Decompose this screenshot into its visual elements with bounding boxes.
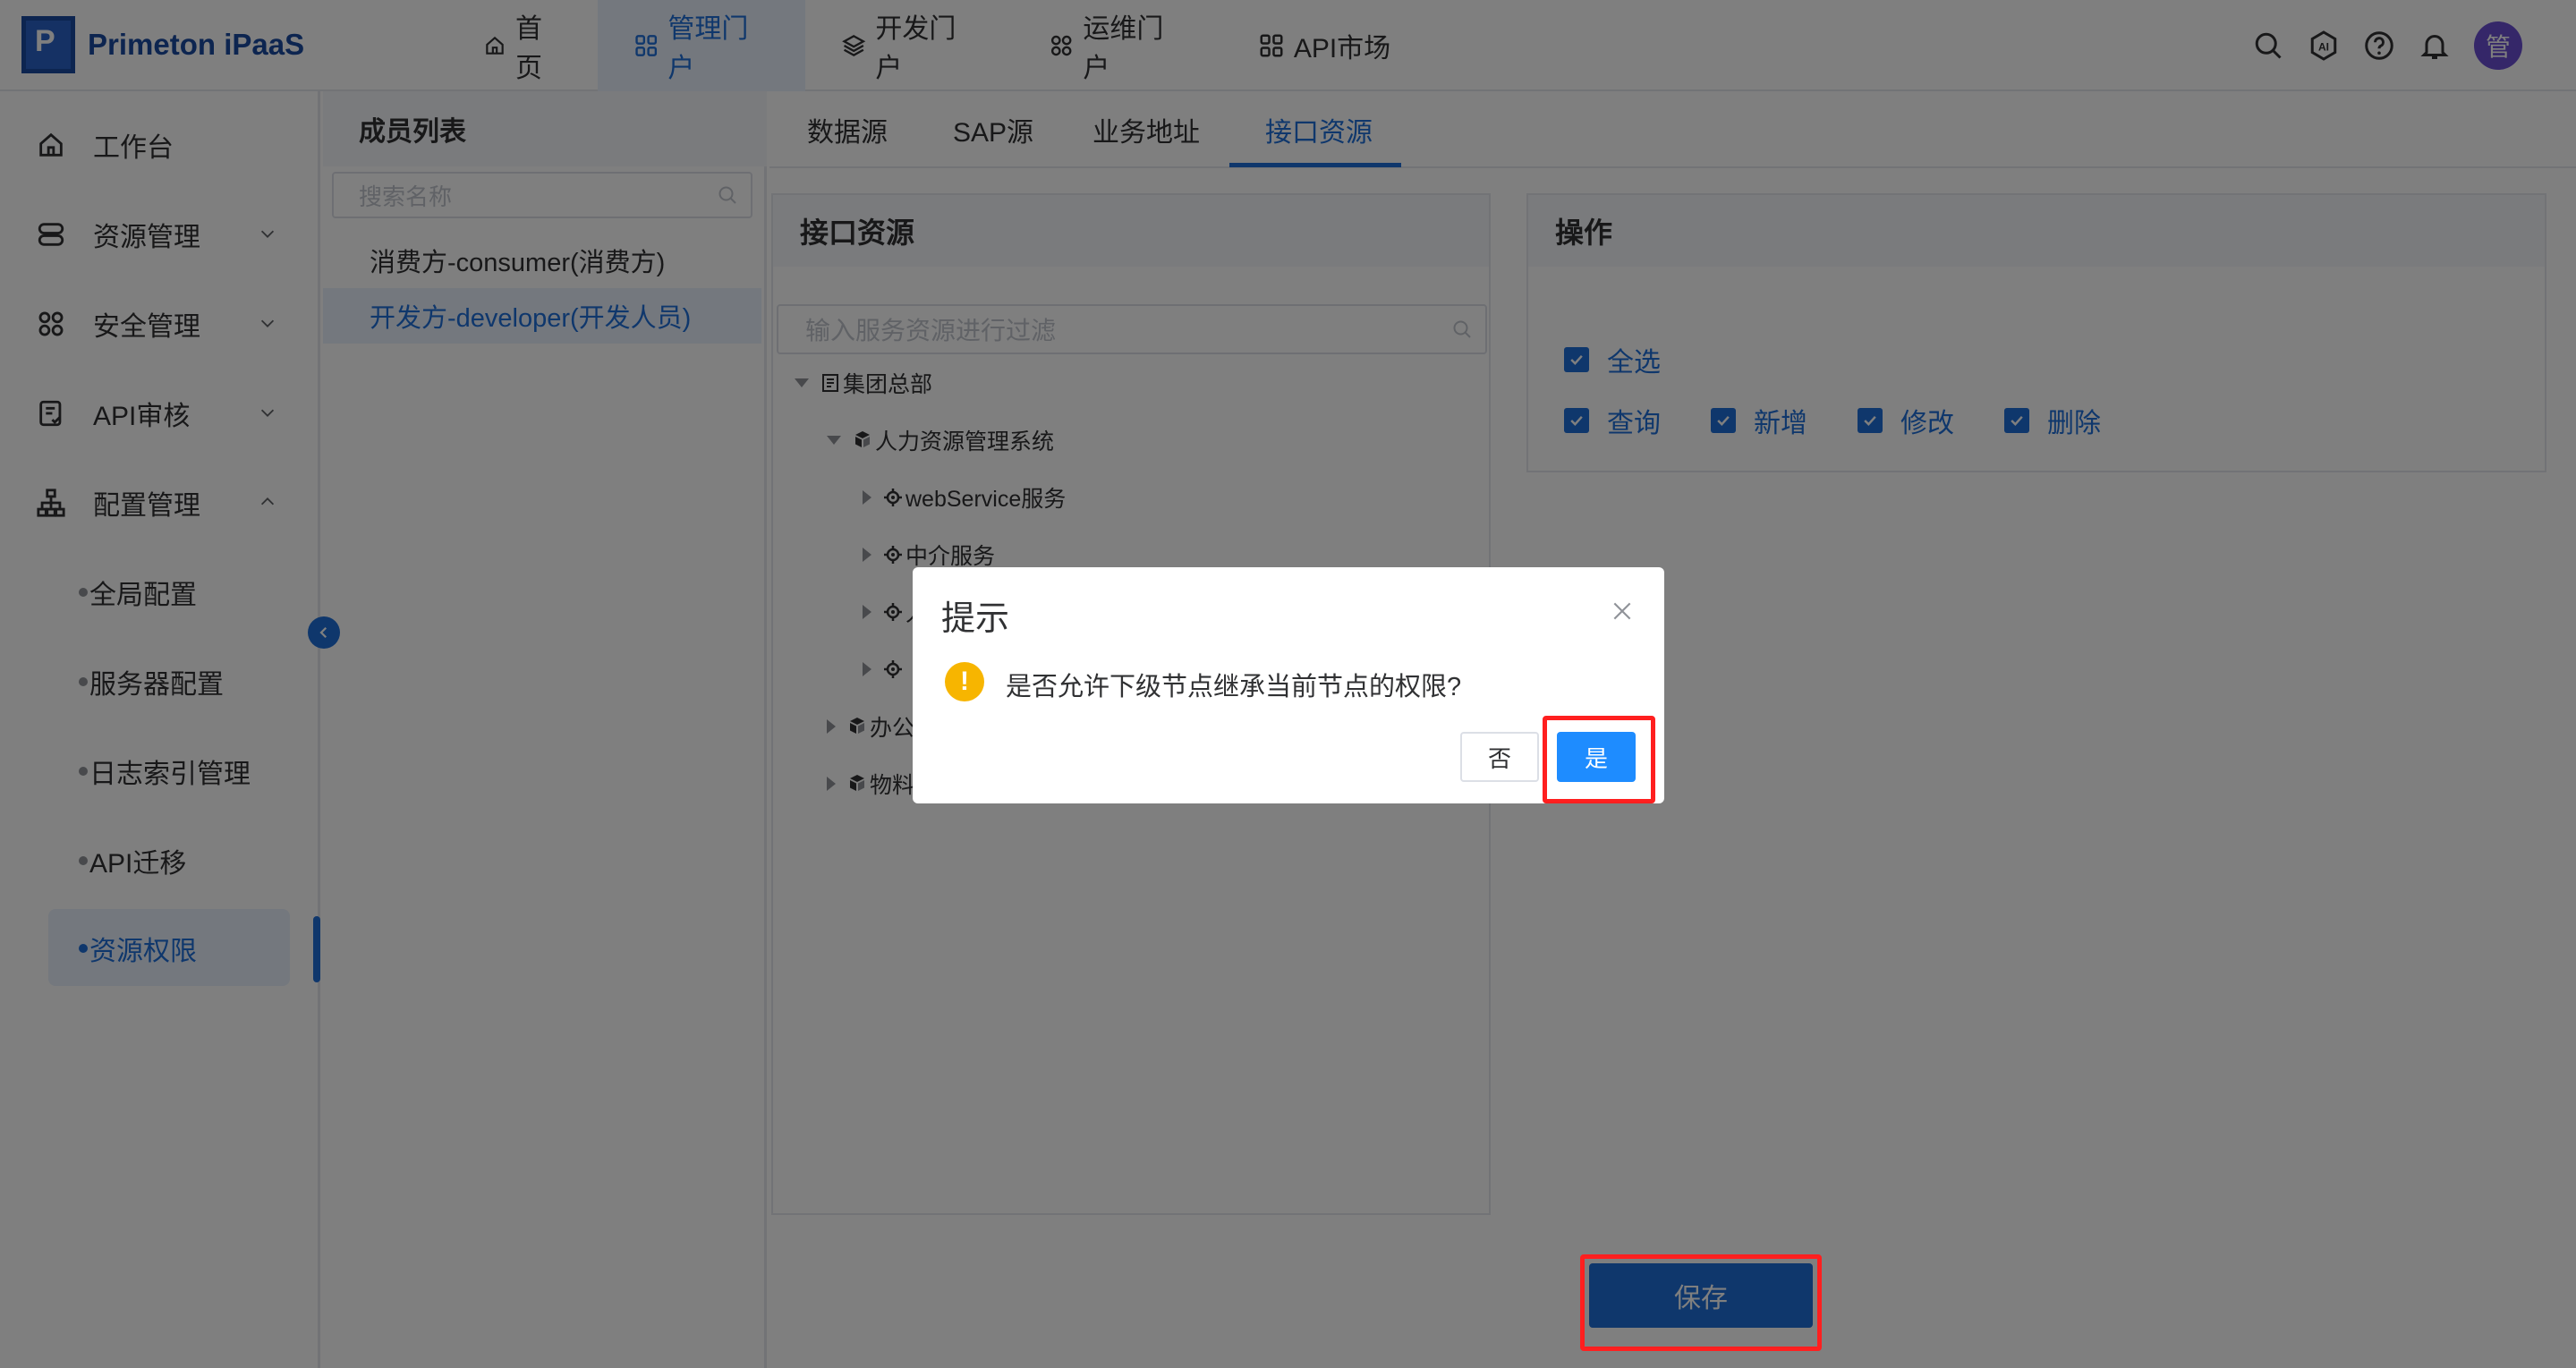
dialog-title: 提示 (941, 600, 1010, 638)
save-highlight-frame (1580, 1254, 1822, 1351)
yes-highlight-frame (1543, 716, 1655, 803)
warning-icon: ! (945, 662, 984, 701)
no-button[interactable]: 否 (1460, 732, 1539, 782)
close-icon[interactable] (1611, 599, 1634, 623)
dialog-message: 是否允许下级节点继承当前节点的权限? (1006, 673, 1462, 701)
